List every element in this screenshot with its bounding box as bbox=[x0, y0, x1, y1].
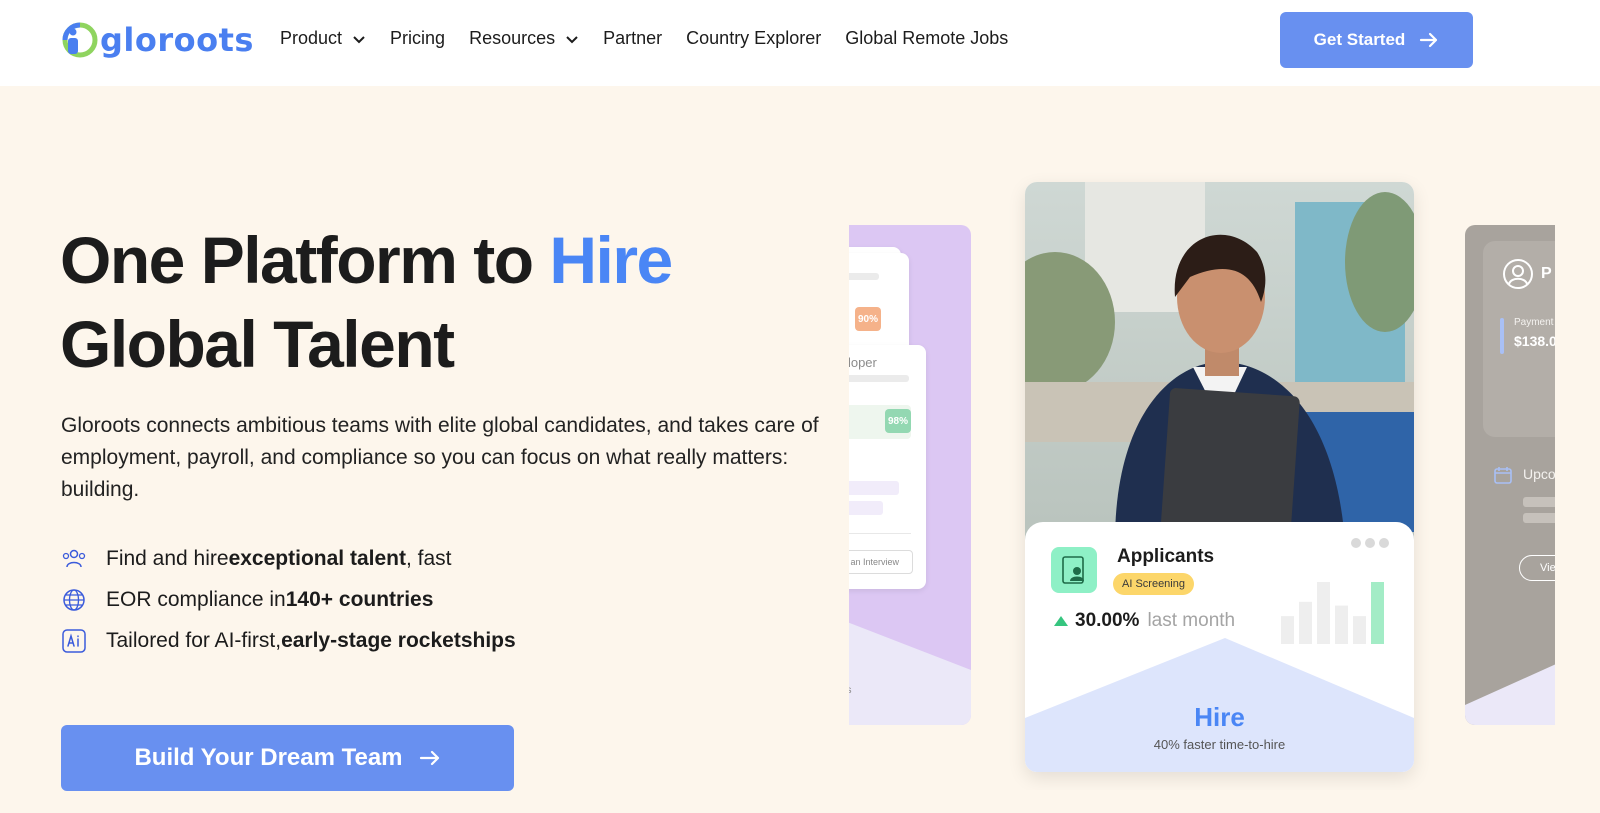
feature-text-pre: EOR compliance in bbox=[106, 587, 286, 611]
nav-item-label: Partner bbox=[603, 28, 663, 48]
nav-item-pricing[interactable]: Pricing bbox=[390, 28, 445, 49]
globe-icon bbox=[61, 587, 87, 613]
upcoming-label: Upco bbox=[1523, 466, 1555, 482]
ai-icon bbox=[61, 628, 87, 654]
more-options-icon[interactable] bbox=[1351, 538, 1393, 548]
feature-list: Find and hire exceptional talent, fast E… bbox=[61, 538, 516, 661]
placeholder-bar bbox=[849, 501, 883, 515]
build-dream-team-button[interactable]: Build Your Dream Team bbox=[61, 725, 514, 791]
applicant-doc-icon bbox=[1051, 547, 1097, 593]
schedule-interview-button[interactable]: edule an Interview bbox=[849, 550, 913, 574]
hire-subtitle: 40% faster time-to-hire bbox=[1153, 737, 1286, 752]
mini-bar bbox=[1371, 582, 1384, 644]
arrow-right-icon bbox=[1420, 32, 1438, 48]
applicants-title: Applicants bbox=[1117, 546, 1215, 567]
placeholder-bar bbox=[849, 375, 909, 382]
feature-item: Find and hire exceptional talent, fast bbox=[61, 538, 516, 579]
product-carousel[interactable]: 90% eveloper 98% edule an Interview es bbox=[849, 170, 1555, 790]
hero-title-part2: Global Talent bbox=[60, 307, 455, 381]
user-avatar-icon bbox=[1503, 259, 1533, 289]
ai-screening-badge: AI Screening bbox=[1113, 573, 1194, 595]
arrow-right-icon bbox=[419, 750, 439, 766]
payroll-card[interactable]: P Payment $138.0 Upco Vie bbox=[1465, 225, 1555, 725]
profile-name: P bbox=[1541, 265, 1552, 282]
divider bbox=[849, 533, 911, 534]
growth-stat: 30.00% last month bbox=[1053, 610, 1235, 632]
screening-card[interactable]: 90% eveloper 98% edule an Interview es bbox=[849, 225, 971, 725]
feature-text-bold: early-stage rocketships bbox=[281, 628, 516, 652]
trend-up-icon bbox=[1054, 616, 1068, 626]
mini-bar bbox=[1317, 582, 1330, 644]
feature-item: EOR compliance in 140+ countries bbox=[61, 579, 516, 620]
applicants-panel: Applicants AI Screening 30.00% last mont… bbox=[1025, 522, 1414, 772]
build-dream-team-label: Build Your Dream Team bbox=[134, 744, 403, 771]
feature-text-bold: 140+ countries bbox=[285, 587, 434, 611]
calendar-icon bbox=[1494, 467, 1512, 484]
nav-item-global-remote-jobs[interactable]: Global Remote Jobs bbox=[845, 28, 1008, 49]
hire-title: Hire bbox=[1194, 702, 1245, 732]
nav-item-label: Pricing bbox=[390, 28, 446, 48]
card-decoration bbox=[1465, 664, 1555, 725]
feature-text-pre: Find and hire bbox=[106, 546, 229, 570]
nav-item-label: Country Explorer bbox=[686, 28, 822, 48]
hero-description: Gloroots connects ambitious teams with e… bbox=[61, 414, 819, 501]
applicants-bar-chart bbox=[1281, 582, 1384, 644]
nav-item-label: Resources bbox=[469, 28, 556, 48]
get-started-button[interactable]: Get Started bbox=[1280, 12, 1473, 68]
feature-item: Tailored for AI-first, early-stage rocke… bbox=[61, 620, 516, 661]
nav-item-resources[interactable]: Resources bbox=[469, 28, 579, 49]
chevron-down-icon bbox=[353, 35, 365, 43]
placeholder-bar bbox=[1523, 497, 1555, 507]
match-badge: 98% bbox=[885, 409, 911, 433]
hero-title: One Platform to Hire Global Talent bbox=[60, 218, 800, 386]
candidate-photo bbox=[1025, 182, 1414, 542]
view-button[interactable]: Vie bbox=[1519, 555, 1555, 581]
hero-title-part1: One Platform to bbox=[60, 223, 550, 297]
main-menu: Product Pricing Resources Partner Countr… bbox=[280, 28, 1032, 49]
nav-item-product[interactable]: Product bbox=[280, 28, 366, 49]
score-badge: 90% bbox=[855, 307, 881, 331]
people-icon bbox=[61, 546, 87, 572]
payment-label: Payment bbox=[1514, 317, 1554, 328]
stat-label: last month bbox=[1147, 610, 1236, 631]
nav-item-country-explorer[interactable]: Country Explorer bbox=[686, 28, 821, 49]
gloroots-logo[interactable]: gloroots bbox=[60, 20, 254, 60]
stat-value: 30.00% bbox=[1075, 610, 1140, 631]
candidate-card: eveloper 98% edule an Interview bbox=[849, 345, 926, 589]
get-started-label: Get Started bbox=[1313, 30, 1406, 49]
feature-text-bold: exceptional talent bbox=[228, 546, 406, 570]
card-footer-text: es bbox=[849, 685, 852, 696]
payment-indicator bbox=[1500, 318, 1504, 354]
placeholder-bar bbox=[849, 273, 879, 280]
chevron-down-icon bbox=[566, 35, 578, 43]
feature-text-post: , fast bbox=[405, 546, 452, 570]
applicants-card[interactable]: Applicants AI Screening 30.00% last mont… bbox=[1025, 182, 1414, 772]
nav-item-label: Global Remote Jobs bbox=[845, 28, 1009, 48]
nav-item-label: Product bbox=[280, 28, 343, 48]
hero-title-highlight: Hire bbox=[549, 223, 673, 297]
logo-wordmark: gloroots bbox=[100, 21, 254, 59]
placeholder-bar bbox=[849, 481, 899, 495]
logo-mark-icon bbox=[60, 21, 98, 59]
payment-value: $138.0 bbox=[1514, 333, 1555, 349]
feature-text-pre: Tailored for AI-first, bbox=[106, 628, 282, 652]
top-navbar: gloroots Product Pricing Resources Partn… bbox=[0, 0, 1600, 86]
candidate-role: eveloper bbox=[849, 355, 877, 370]
placeholder-bar bbox=[1523, 513, 1555, 523]
card-decoration bbox=[849, 622, 971, 725]
nav-item-partner[interactable]: Partner bbox=[603, 28, 662, 49]
